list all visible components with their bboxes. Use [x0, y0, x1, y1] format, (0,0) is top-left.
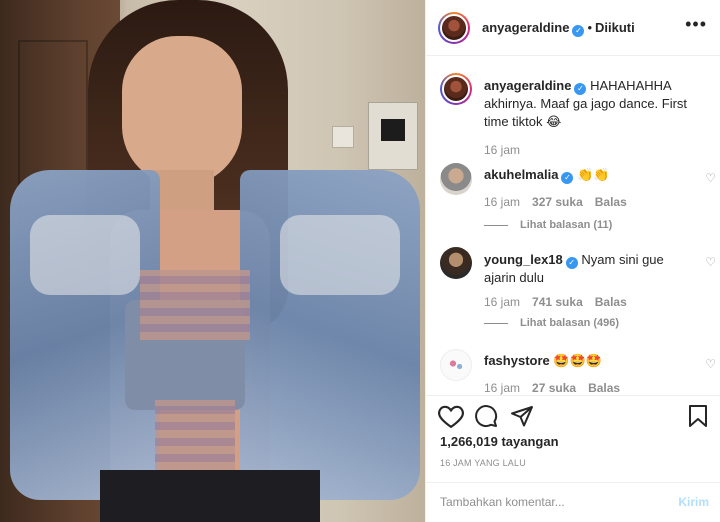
- comment-time: 16 jam: [484, 381, 521, 395]
- commenter-username[interactable]: fashystore: [484, 353, 550, 368]
- more-options-icon[interactable]: •••: [685, 14, 707, 35]
- bookmark-icon[interactable]: [688, 404, 708, 428]
- add-comment-bar: Tambahkan komentar... Kirim: [426, 482, 720, 522]
- post-header: anyageraldine ✓ • Diikuti •••: [426, 0, 720, 56]
- media-censor-pixelation: [140, 270, 250, 340]
- replies-line: [484, 224, 508, 226]
- media-wall-switch: [332, 126, 354, 148]
- post-actions: 1,266,019 tayangan 16 JAM YANG LALU Tamb…: [426, 395, 720, 522]
- comment-like-heart-icon[interactable]: ♡: [705, 357, 716, 371]
- view-replies-button[interactable]: Lihat balasan (11): [484, 219, 612, 231]
- media-intercom: [368, 102, 418, 170]
- verified-badge-icon: ✓: [574, 83, 587, 95]
- view-replies-text: Lihat balasan (496): [520, 317, 620, 329]
- comment-icon[interactable]: [474, 404, 498, 428]
- comment-text: 👏👏: [577, 167, 610, 182]
- comment-body: akuhelmalia ✓ 👏👏: [484, 167, 684, 184]
- caption-body: anyageraldine ✓ HAHAHAHHA akhirnya. Maaf …: [484, 77, 704, 131]
- comment-time: 16 jam: [484, 295, 521, 309]
- comment-like-heart-icon[interactable]: ♡: [705, 255, 716, 269]
- caption-username[interactable]: anyageraldine: [484, 78, 571, 93]
- view-replies-button[interactable]: Lihat balasan (496): [484, 317, 619, 329]
- comment-reply-button[interactable]: Balas: [595, 195, 627, 209]
- media-censor-pixelation: [155, 400, 235, 470]
- media-face: [122, 36, 242, 186]
- comment-like-heart-icon[interactable]: ♡: [705, 171, 716, 185]
- verified-badge-icon: ✓: [561, 172, 574, 184]
- post-comment-button[interactable]: Kirim: [678, 495, 709, 509]
- comment-meta: 16 jam 27 suka Balas: [484, 381, 632, 395]
- comment-item: akuhelmalia ✓ 👏👏 ♡ 16 jam 327 suka Balas Li…: [440, 163, 716, 243]
- commenter-username[interactable]: young_lex18: [484, 252, 563, 267]
- commenter-avatar[interactable]: [440, 163, 472, 195]
- comment-body: young_lex18 ✓ Nyam sini gue ajarin dulu: [484, 251, 664, 287]
- media-sleeve-right: [280, 215, 400, 295]
- comment-meta: 16 jam 741 suka Balas: [484, 295, 639, 309]
- replies-line: [484, 322, 508, 324]
- author-avatar[interactable]: [438, 12, 470, 44]
- post-media[interactable]: [0, 0, 425, 522]
- view-count[interactable]: 1,266,019 tayangan: [440, 434, 559, 449]
- media-sleeve-left: [30, 215, 140, 295]
- media-pants: [100, 470, 320, 522]
- comment-body: fashystore 🤩🤩🤩: [484, 353, 684, 369]
- comment-text: 🤩🤩🤩: [553, 353, 602, 368]
- caption-time: 16 jam: [484, 143, 532, 157]
- comment-time: 16 jam: [484, 195, 521, 209]
- comment-likes[interactable]: 27 suka: [532, 381, 576, 395]
- verified-badge-icon: ✓: [565, 257, 578, 269]
- comment-meta: 16 jam 327 suka Balas: [484, 195, 639, 209]
- verified-badge-icon: ✓: [572, 25, 585, 37]
- paper-plane-icon[interactable]: [510, 404, 534, 428]
- comment-reply-button[interactable]: Balas: [595, 295, 627, 309]
- view-replies-text: Lihat balasan (11): [520, 219, 613, 231]
- commenter-username[interactable]: akuhelmalia: [484, 167, 558, 182]
- post-timestamp: 16 JAM YANG LALU: [440, 458, 526, 468]
- comments-list[interactable]: anyageraldine ✓ HAHAHAHHA akhirnya. Maaf …: [426, 57, 720, 395]
- heart-icon[interactable]: [438, 404, 464, 428]
- commenter-avatar[interactable]: [440, 247, 472, 279]
- caption-avatar[interactable]: [440, 73, 472, 105]
- post-side-panel: anyageraldine ✓ • Diikuti ••• anyageraldine…: [425, 0, 720, 522]
- comment-likes[interactable]: 327 suka: [532, 195, 583, 209]
- comment-item: fashystore 🤩🤩🤩 ♡ 16 jam 27 suka Balas: [440, 349, 716, 395]
- comment-likes[interactable]: 741 suka: [532, 295, 583, 309]
- comment-reply-button[interactable]: Balas: [588, 381, 620, 395]
- separator-dot: •: [587, 20, 592, 35]
- commenter-avatar[interactable]: [440, 349, 472, 381]
- comment-item: young_lex18 ✓ Nyam sini gue ajarin dulu ♡…: [440, 247, 716, 337]
- follow-status-button[interactable]: Diikuti: [595, 20, 635, 35]
- caption-time-text: 16 jam: [484, 143, 521, 157]
- comment-input[interactable]: Tambahkan komentar...: [440, 495, 565, 509]
- author-line: anyageraldine ✓ • Diikuti: [482, 20, 635, 37]
- author-username[interactable]: anyageraldine: [482, 20, 569, 35]
